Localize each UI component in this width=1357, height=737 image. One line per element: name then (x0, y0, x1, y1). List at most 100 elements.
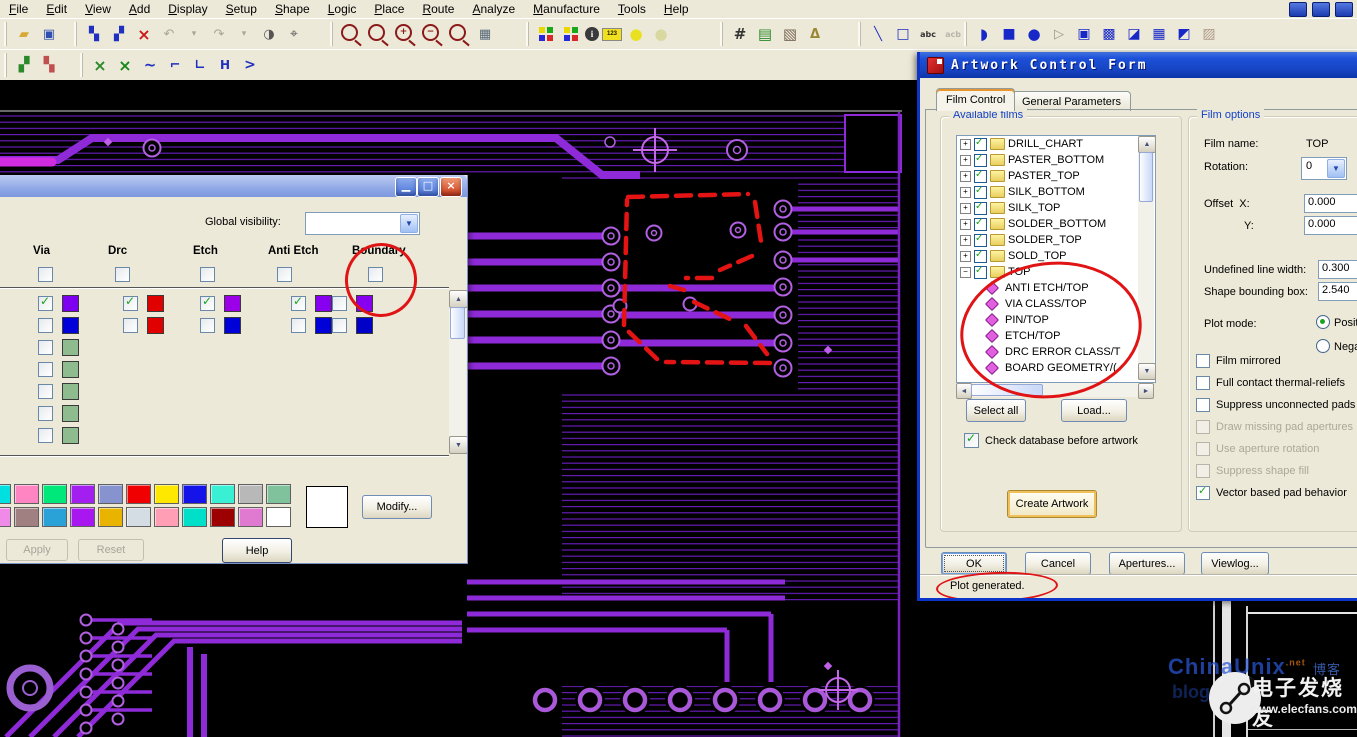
palette-color[interactable] (266, 484, 291, 504)
palette-color[interactable] (182, 507, 207, 527)
check-database-checkbox[interactable] (964, 433, 979, 448)
film-select-checkbox[interactable] (974, 186, 987, 199)
mdi-minimize-icon[interactable] (1289, 2, 1307, 17)
visibility-checkbox[interactable] (38, 296, 53, 311)
boundary-all-checkbox[interactable] (368, 267, 383, 282)
modify-button[interactable]: Modify... (362, 495, 432, 519)
ok-button[interactable]: OK (941, 552, 1007, 575)
menu-item[interactable]: View (76, 1, 120, 17)
shape-void-icon[interactable]: ◩ (1173, 23, 1195, 45)
color-swatch[interactable] (62, 427, 79, 444)
spread-icon[interactable]: ⌐ (164, 54, 186, 76)
palette-color[interactable] (0, 484, 11, 504)
color-swatch[interactable] (62, 383, 79, 400)
color-swatch[interactable] (62, 339, 79, 356)
color-swatch[interactable] (224, 295, 241, 312)
help-button[interactable]: Help (222, 538, 292, 563)
film-select-checkbox[interactable] (974, 154, 987, 167)
unrats-icon[interactable]: × (89, 54, 111, 76)
palette-color[interactable] (154, 484, 179, 504)
line-icon[interactable]: ╲ (867, 23, 889, 45)
zoom-in-icon[interactable]: + (395, 24, 412, 41)
menu-item[interactable]: Place (365, 1, 413, 17)
film-select-checkbox[interactable] (974, 250, 987, 263)
apertures-button[interactable]: Apertures... (1109, 552, 1185, 575)
shape-add-icon[interactable]: ▣ (1073, 23, 1095, 45)
dialog-titlebar[interactable]: ▁ □ × (0, 175, 467, 197)
option-checkbox[interactable] (1196, 376, 1210, 390)
shape-cut-icon[interactable]: ▩ (1098, 23, 1120, 45)
delete-icon[interactable]: × (133, 23, 155, 45)
slide-icon[interactable]: ~ (139, 54, 161, 76)
copy-icon[interactable]: ▞ (108, 23, 130, 45)
palette-color[interactable] (98, 484, 123, 504)
place-outline-icon[interactable]: ▚ (38, 54, 60, 76)
scrollbar-thumb[interactable] (450, 307, 465, 339)
scroll-up-icon[interactable]: ▲ (1138, 136, 1156, 153)
close-button[interactable]: × (440, 177, 462, 197)
scroll-down-icon[interactable]: ▼ (449, 436, 468, 454)
palette-color[interactable] (182, 484, 207, 504)
tree-expander-icon[interactable]: + (960, 155, 971, 166)
undo-menu-icon[interactable]: ▾ (183, 23, 205, 45)
color-swatch[interactable] (62, 317, 79, 334)
film-tree-item[interactable]: + DRILL_CHART (957, 136, 1155, 152)
palette-color[interactable] (154, 507, 179, 527)
open-icon[interactable]: ▰ (13, 23, 35, 45)
undo-icon[interactable]: ↶ (158, 23, 180, 45)
visibility-checkbox[interactable] (38, 318, 53, 333)
menu-item[interactable]: Logic (319, 1, 366, 17)
film-tree-item[interactable]: + PASTER_BOTTOM (957, 152, 1155, 168)
constraints-icon[interactable]: Δ (804, 23, 826, 45)
visibility-checkbox[interactable] (200, 318, 215, 333)
film-select-checkbox[interactable] (974, 202, 987, 215)
etch-all-checkbox[interactable] (200, 267, 215, 282)
text-icon[interactable]: abc (917, 23, 939, 45)
film-option-row[interactable]: Use aperture rotation (1196, 442, 1355, 455)
color-swatch[interactable] (62, 405, 79, 422)
zoom-fit-icon[interactable] (368, 24, 385, 41)
menu-item[interactable]: Shape (266, 1, 319, 17)
rats-icon[interactable]: × (114, 54, 136, 76)
hatch-disabled-icon[interactable]: ▨ (1198, 23, 1220, 45)
dehighlight-icon[interactable]: ● (650, 23, 672, 45)
offset-x-field[interactable]: 0.000 (1304, 194, 1357, 213)
tree-scrollbar[interactable]: ▲ ▼ (1138, 136, 1154, 380)
redo-menu-icon[interactable]: ▾ (233, 23, 255, 45)
shape-merge-icon[interactable]: ▦ (1148, 23, 1170, 45)
hug-icon[interactable]: H (214, 54, 236, 76)
anti-etch-all-checkbox[interactable] (277, 267, 292, 282)
text-disabled-icon[interactable]: acb (942, 23, 964, 45)
jog-icon[interactable]: ∟ (189, 54, 211, 76)
mdi-close-icon[interactable] (1335, 2, 1353, 17)
scroll-up-icon[interactable]: ▲ (449, 290, 468, 308)
palette-color[interactable] (14, 507, 39, 527)
film-tree-item[interactable]: + PASTER_TOP (957, 168, 1155, 184)
shape-circle-icon[interactable]: ● (1023, 23, 1045, 45)
palette-color[interactable] (238, 507, 263, 527)
tab-film-control[interactable]: Film Control (936, 88, 1015, 111)
film-tree-item[interactable]: + SOLDER_TOP (957, 232, 1155, 248)
zoom-previous-icon[interactable] (449, 24, 466, 41)
scrollbar-thumb[interactable] (1139, 152, 1153, 202)
replay-icon[interactable]: ◑ (258, 23, 280, 45)
visibility-checkbox[interactable] (38, 362, 53, 377)
film-option-row[interactable]: Suppress unconnected pads (1196, 398, 1355, 411)
visibility-checkbox[interactable] (123, 318, 138, 333)
option-checkbox[interactable] (1196, 442, 1210, 456)
undefined-line-width-field[interactable]: 0.300 (1318, 260, 1357, 279)
tree-expander-icon[interactable]: + (960, 235, 971, 246)
drc-all-checkbox[interactable] (115, 267, 130, 282)
shape-edit-icon[interactable]: ◪ (1123, 23, 1145, 45)
plot-positive-radio[interactable] (1316, 315, 1330, 329)
film-tree-item[interactable]: DRC ERROR CLASS/T (957, 344, 1155, 360)
reset-button[interactable]: Reset (78, 539, 144, 561)
menu-item[interactable]: Add (120, 1, 159, 17)
color-swatch[interactable] (147, 317, 164, 334)
visibility-checkbox[interactable] (200, 296, 215, 311)
tab-general-parameters[interactable]: General Parameters (1012, 91, 1131, 111)
palette-color[interactable] (70, 484, 95, 504)
tree-expander-icon[interactable]: + (960, 139, 971, 150)
visibility-checkbox[interactable] (332, 318, 347, 333)
via-all-checkbox[interactable] (38, 267, 53, 282)
